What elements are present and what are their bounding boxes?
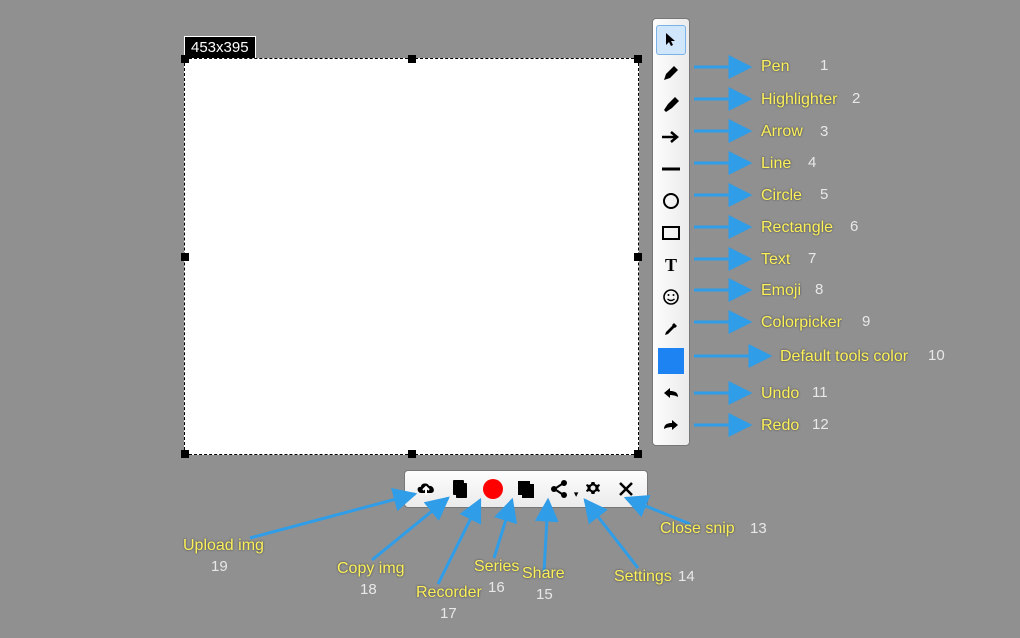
num-7: 7 (808, 250, 816, 267)
upload-button[interactable] (413, 476, 439, 502)
label-undo: Undo (761, 385, 799, 403)
resize-handle-tl[interactable] (181, 55, 189, 63)
num-10: 10 (928, 347, 945, 364)
stage: 453x395 T (0, 0, 1020, 638)
dropdown-caret-icon: ▾ (574, 489, 579, 500)
arrow-icon (661, 130, 681, 144)
line-tool[interactable] (657, 155, 685, 183)
num-9: 9 (862, 313, 870, 330)
num-5: 5 (820, 186, 828, 203)
series-icon (516, 479, 536, 499)
arrow-tool[interactable] (657, 123, 685, 151)
share-icon (549, 479, 569, 499)
num-8: 8 (815, 281, 823, 298)
num-13: 13 (750, 520, 767, 537)
label-redo: Redo (761, 417, 799, 435)
circle-tool[interactable] (657, 187, 685, 215)
label-circle: Circle (761, 187, 802, 205)
label-close: Close snip (660, 520, 735, 538)
rectangle-icon (661, 225, 681, 241)
colorpicker-tool[interactable] (657, 315, 685, 343)
num-6: 6 (850, 218, 858, 235)
highlighter-icon (662, 96, 680, 114)
resize-handle-mr[interactable] (634, 253, 642, 261)
colorpicker-icon (662, 320, 680, 338)
num-1: 1 (820, 57, 828, 74)
num-3: 3 (820, 123, 828, 140)
circle-icon (661, 191, 681, 211)
capture-canvas[interactable] (184, 58, 639, 455)
label-emoji: Emoji (761, 282, 801, 300)
resize-handle-tm[interactable] (408, 55, 416, 63)
label-rectangle: Rectangle (761, 219, 833, 237)
text-icon: T (665, 255, 677, 276)
redo-button[interactable] (657, 411, 685, 439)
num-14: 14 (678, 568, 695, 585)
label-line: Line (761, 155, 791, 173)
dimension-badge: 453x395 (184, 36, 256, 59)
num-11: 11 (812, 384, 828, 401)
label-share: Share (522, 565, 565, 583)
copy-button[interactable] (446, 476, 472, 502)
redo-icon (662, 418, 680, 432)
copy-icon (450, 479, 468, 499)
label-text: Text (761, 251, 790, 269)
num-17: 17 (440, 605, 457, 622)
resize-handle-bm[interactable] (408, 450, 416, 458)
settings-icon (583, 479, 603, 499)
label-highlighter: Highlighter (761, 91, 837, 109)
label-colorpicker: Colorpicker (761, 314, 842, 332)
resize-handle-br[interactable] (634, 450, 642, 458)
num-12: 12 (812, 416, 829, 433)
label-series: Series (474, 558, 519, 576)
share-button[interactable]: ▾ (546, 476, 572, 502)
rectangle-tool[interactable] (657, 219, 685, 247)
num-19: 19 (211, 558, 228, 575)
series-button[interactable] (513, 476, 539, 502)
label-default-color: Default tools color (780, 348, 908, 366)
resize-handle-bl[interactable] (181, 450, 189, 458)
text-tool[interactable]: T (657, 251, 685, 279)
undo-icon (662, 386, 680, 400)
label-pen: Pen (761, 58, 789, 76)
highlighter-tool[interactable] (657, 91, 685, 119)
close-button[interactable] (613, 476, 639, 502)
pen-icon (662, 64, 680, 82)
default-color-swatch[interactable] (658, 348, 684, 374)
resize-handle-ml[interactable] (181, 253, 189, 261)
cursor-tool[interactable] (656, 25, 686, 55)
settings-button[interactable] (580, 476, 606, 502)
label-settings: Settings (614, 568, 672, 586)
num-2: 2 (852, 90, 860, 107)
upload-icon (415, 480, 437, 498)
record-icon (483, 479, 503, 499)
close-icon (618, 481, 634, 497)
pen-tool[interactable] (657, 59, 685, 87)
num-18: 18 (360, 581, 377, 598)
label-recorder: Recorder (416, 584, 482, 602)
undo-button[interactable] (657, 379, 685, 407)
cursor-icon (663, 32, 679, 48)
label-arrow: Arrow (761, 123, 803, 141)
label-upload: Upload img (183, 537, 264, 555)
vertical-toolbar: T (652, 18, 690, 446)
emoji-icon (662, 288, 680, 306)
num-16: 16 (488, 579, 505, 596)
resize-handle-tr[interactable] (634, 55, 642, 63)
recorder-button[interactable] (480, 476, 506, 502)
line-icon (661, 166, 681, 172)
label-copy: Copy img (337, 560, 405, 578)
num-4: 4 (808, 154, 816, 171)
num-15: 15 (536, 586, 553, 603)
emoji-tool[interactable] (657, 283, 685, 311)
action-toolbar: ▾ (404, 470, 648, 508)
